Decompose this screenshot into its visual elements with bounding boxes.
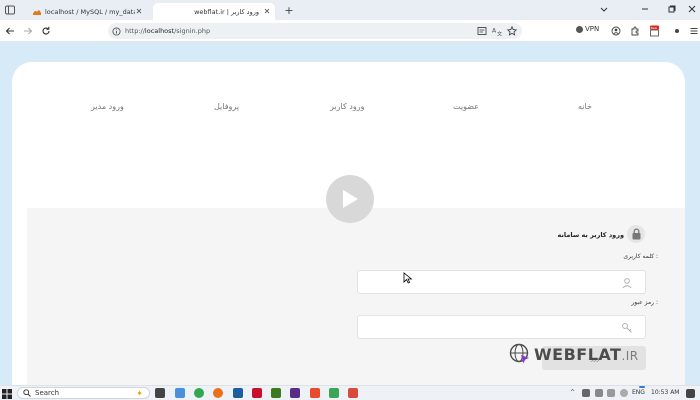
- main-menu: خانه عضویت ورود کاربر پروفایل ورود مدیر: [12, 102, 685, 116]
- menu-item-register[interactable]: عضویت: [453, 102, 479, 111]
- tray-app-icon[interactable]: [595, 389, 603, 397]
- tab-list-chevron-down-icon[interactable]: [600, 0, 608, 17]
- browser-tab-strip: localhost / MySQL / my_data | ... ✕ webf…: [0, 0, 700, 20]
- key-icon: [622, 323, 632, 333]
- play-icon: [343, 190, 358, 208]
- content-card: خانه عضویت ورود کاربر پروفایل ورود مدیر …: [12, 62, 685, 385]
- password-field[interactable]: [357, 315, 646, 339]
- menu-item-user-login[interactable]: ورود کاربر: [330, 102, 364, 111]
- extensions-puzzle-icon[interactable]: [628, 24, 642, 38]
- tray-app-icon[interactable]: [582, 389, 590, 397]
- password-label: رمز عبور :: [631, 299, 658, 306]
- minimize-window-button[interactable]: [641, 0, 649, 17]
- taskbar-app-icon-green[interactable]: [329, 388, 339, 398]
- code-editor-icon[interactable]: [233, 388, 243, 398]
- adobe-icon[interactable]: [252, 388, 262, 398]
- search-placeholder: Search: [35, 389, 60, 397]
- tray-app-icon[interactable]: [607, 389, 615, 397]
- site-info-icon[interactable]: [112, 26, 121, 36]
- tab-webflat-signin[interactable]: webflat.ir | ورود کاربر ✕: [153, 3, 275, 20]
- menu-item-profile[interactable]: پروفایل: [214, 102, 239, 111]
- tab-title: webflat.ir | ورود کاربر: [194, 7, 259, 16]
- chrome-icon[interactable]: [194, 388, 204, 398]
- visual-studio-icon[interactable]: [290, 388, 300, 398]
- reload-icon[interactable]: [39, 24, 53, 38]
- taskbar-app-icon-red[interactable]: [310, 388, 320, 398]
- new-badge: New: [651, 26, 658, 30]
- translate-icon[interactable]: A文: [490, 24, 504, 38]
- vpn-status-icon: [576, 25, 583, 33]
- taskbar-app-icon[interactable]: [175, 388, 185, 398]
- close-tab-icon[interactable]: ✕: [135, 7, 143, 16]
- form-title: ورود کاربر به سامانه: [557, 231, 624, 239]
- wifi-icon[interactable]: [620, 389, 628, 397]
- user-icon: [622, 278, 632, 289]
- mouse-cursor-icon: [403, 272, 413, 284]
- tray-overflow-icon[interactable]: ^: [570, 389, 575, 396]
- username-field[interactable]: [357, 270, 646, 294]
- notifications-icon[interactable]: [686, 389, 695, 398]
- menu-item-home[interactable]: خانه: [578, 102, 592, 111]
- username-label: کلمه کاربری :: [623, 253, 658, 260]
- taskbar-search-box[interactable]: Search ✦: [17, 387, 150, 399]
- windows-taskbar: Search ✦ ^ ENG 10:53 AM: [0, 385, 700, 400]
- vpn-button[interactable]: VPN: [576, 25, 599, 33]
- restore-window-button[interactable]: [668, 0, 676, 17]
- web-page: خانه عضویت ورود کاربر پروفایل ورود مدیر …: [0, 42, 700, 385]
- tab-phpmyadmin[interactable]: localhost / MySQL / my_data | ... ✕: [29, 3, 147, 20]
- url-text[interactable]: http://localhost/signin.php: [125, 27, 210, 35]
- sidebar-toggle-icon[interactable]: [3, 3, 17, 17]
- close-window-button[interactable]: [688, 0, 696, 17]
- video-play-button[interactable]: [326, 175, 374, 223]
- clock[interactable]: 10:53 AM: [651, 389, 679, 396]
- extension-news-icon[interactable]: New: [647, 24, 661, 38]
- vpn-label: VPN: [585, 25, 600, 33]
- menu-item-admin-login[interactable]: ورود مدیر: [91, 102, 124, 111]
- url-scheme: http://: [125, 27, 145, 35]
- watermark-brand: WEBFLAT: [534, 344, 622, 364]
- tab-title: localhost / MySQL / my_data | ...: [45, 7, 135, 16]
- forward-arrow-icon[interactable]: [21, 24, 35, 38]
- url-path: /signin.php: [174, 27, 211, 35]
- lock-icon: [627, 225, 645, 243]
- svg-text:文: 文: [497, 31, 502, 37]
- task-view-icon[interactable]: [155, 388, 165, 398]
- search-icon: [23, 389, 31, 397]
- url-host: localhost: [144, 27, 175, 35]
- download-indicator-icon[interactable]: [670, 24, 684, 38]
- terminal-icon[interactable]: [271, 388, 281, 398]
- address-bar[interactable]: http://localhost/signin.php: [108, 23, 522, 39]
- back-arrow-icon[interactable]: [3, 24, 17, 38]
- globe-icon: [509, 343, 529, 364]
- watermark-suffix: .IR: [621, 348, 639, 363]
- language-indicator[interactable]: ENG: [632, 389, 645, 396]
- profile-icon[interactable]: [609, 24, 623, 38]
- bookmark-star-icon[interactable]: [505, 24, 519, 38]
- webflat-watermark: WEBFLAT.IR: [509, 343, 639, 365]
- reader-mode-icon[interactable]: [475, 24, 489, 38]
- language-active-indicator: [639, 386, 645, 388]
- firefox-icon[interactable]: [213, 388, 223, 398]
- browser-toolbar: http://localhost/signin.php A文 VPN New: [0, 20, 700, 42]
- windows-start-icon[interactable]: [2, 389, 12, 399]
- new-tab-button[interactable]: +: [283, 4, 295, 17]
- close-tab-icon[interactable]: ✕: [263, 7, 271, 16]
- taskbar-app-icon-orange[interactable]: [348, 388, 358, 398]
- phpmyadmin-favicon-icon: [33, 9, 41, 15]
- menu-hamburger-icon[interactable]: [687, 24, 700, 38]
- sparkle-icon: ✦: [136, 388, 143, 398]
